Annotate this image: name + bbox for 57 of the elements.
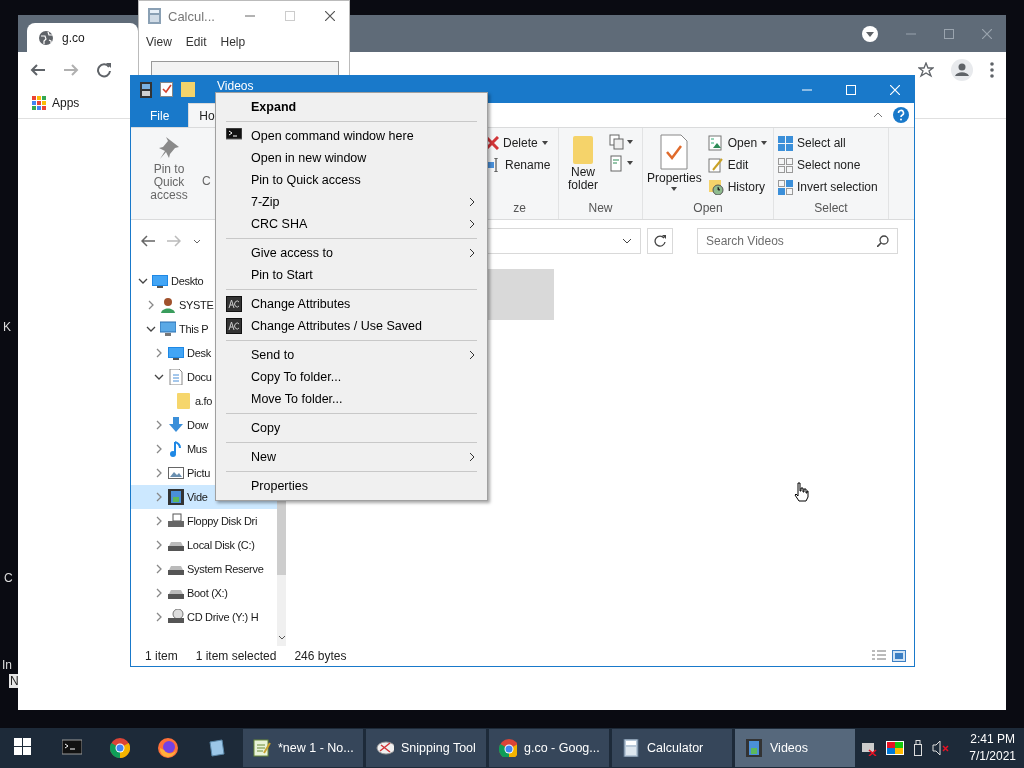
menu-item[interactable]: 7-Zip bbox=[216, 191, 487, 213]
pin-button[interactable]: Pin to Quick access bbox=[137, 136, 201, 219]
delete-button[interactable]: Delete bbox=[485, 134, 551, 152]
new-folder-button[interactable]: New folder bbox=[563, 134, 603, 201]
properties-button[interactable]: Properties bbox=[647, 134, 702, 201]
tree-item[interactable]: Floppy Disk Dri bbox=[131, 509, 277, 533]
ribbon-label: C bbox=[202, 174, 211, 190]
menu-item[interactable]: Move To folder... bbox=[216, 388, 487, 410]
status-text: 1 item selected bbox=[195, 649, 277, 663]
ribbon-command[interactable]: Edit bbox=[707, 156, 768, 174]
menu-item[interactable]: Copy To folder... bbox=[216, 366, 487, 388]
menu-item[interactable]: Edit bbox=[185, 35, 207, 49]
menu-item[interactable]: Give access to bbox=[216, 242, 487, 264]
browser-tab[interactable]: g.co bbox=[27, 23, 138, 52]
tree-item[interactable]: Local Disk (C:) bbox=[131, 533, 277, 557]
tree-item[interactable]: CD Drive (Y:) H bbox=[131, 605, 277, 629]
menu-item[interactable]: Help bbox=[220, 35, 246, 49]
ribbon-command[interactable]: Open bbox=[707, 134, 768, 152]
edge-text: C bbox=[4, 571, 13, 585]
menu-item[interactable]: CRC SHA bbox=[216, 213, 487, 235]
status-text: 1 item bbox=[145, 649, 178, 663]
menu-item[interactable]: Pin to Quick access bbox=[216, 169, 487, 191]
group-label: New bbox=[587, 201, 614, 217]
menu-item[interactable]: Change Attributes bbox=[216, 293, 487, 315]
menu-item[interactable]: Copy bbox=[216, 417, 487, 439]
menu-item[interactable]: View bbox=[146, 35, 172, 49]
taskbar-window-button[interactable]: Calculator bbox=[612, 729, 732, 767]
menu-item[interactable]: Open command window here bbox=[216, 125, 487, 147]
menu-item[interactable]: Send to bbox=[216, 344, 487, 366]
taskbar-window-button[interactable]: *new 1 - No... bbox=[243, 729, 363, 767]
window-title: Calcul... bbox=[168, 8, 215, 24]
edge-text: In bbox=[2, 658, 12, 672]
ribbon-command[interactable]: Select none bbox=[778, 156, 878, 174]
status-text: 246 bytes bbox=[294, 649, 347, 663]
window-title: Videos bbox=[217, 78, 254, 93]
ribbon-command[interactable]: Select all bbox=[778, 134, 878, 152]
search-field[interactable]: Search Videos bbox=[697, 228, 898, 254]
ribbon-command[interactable]: History bbox=[707, 178, 768, 196]
menu-item[interactable]: Open in new window bbox=[216, 147, 487, 169]
ribbon-tab[interactable]: File bbox=[131, 103, 189, 127]
group-label: Open bbox=[692, 201, 724, 217]
taskbar-window-button[interactable]: Videos bbox=[735, 729, 855, 767]
clock-date: 7/1/2021 bbox=[969, 748, 1016, 765]
group-label: Select bbox=[813, 201, 849, 217]
ribbon-command[interactable]: Invert selection bbox=[778, 178, 878, 196]
taskbar-window-button[interactable]: Snipping Tool bbox=[366, 729, 486, 767]
group-label: ze bbox=[512, 201, 527, 217]
edge-text: K bbox=[3, 320, 11, 334]
clock[interactable]: 2:41 PM 7/1/2021 bbox=[969, 731, 1016, 765]
menu-item[interactable]: New bbox=[216, 446, 487, 468]
taskbar-window-button[interactable]: g.co - Goog... bbox=[489, 729, 609, 767]
menu-item[interactable]: Pin to Start bbox=[216, 264, 487, 286]
clock-time: 2:41 PM bbox=[970, 731, 1015, 748]
menu-item[interactable]: Change Attributes / Use Saved bbox=[216, 315, 487, 337]
bookmark-link[interactable]: Apps bbox=[52, 96, 80, 110]
tree-item[interactable]: Boot (X:) bbox=[131, 581, 277, 605]
tree-item[interactable]: System Reserve bbox=[131, 557, 277, 581]
